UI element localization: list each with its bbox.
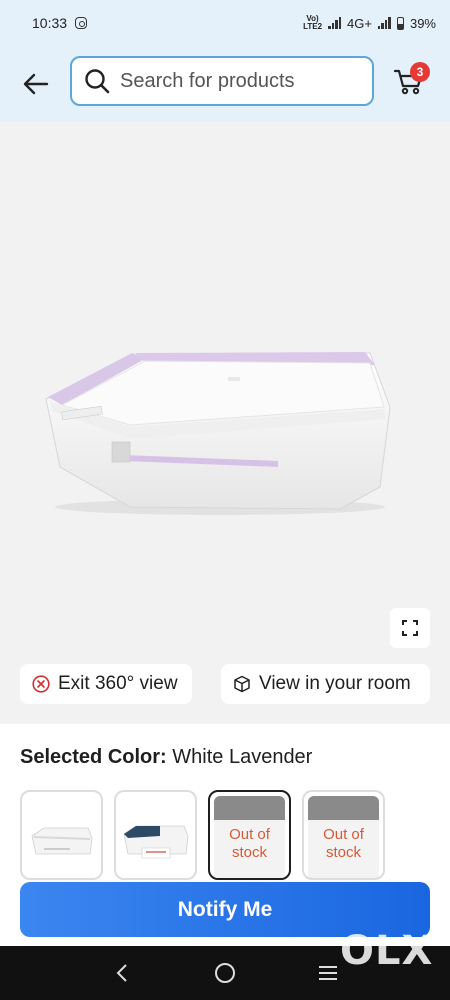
menu-icon xyxy=(319,966,338,980)
oos-line-2: stock xyxy=(325,844,361,861)
out-of-stock-label: Out of stock xyxy=(214,820,285,878)
color-option-2[interactable] xyxy=(114,790,197,880)
app-header: 3 xyxy=(0,46,450,122)
arrow-left-icon xyxy=(23,73,49,95)
out-of-stock-label: Out of stock xyxy=(308,820,379,878)
fullscreen-button[interactable] xyxy=(390,608,430,648)
signal-icon xyxy=(328,17,342,29)
battery-level: 39% xyxy=(409,15,436,31)
product-image-viewer[interactable]: Exit 360° view View in your room xyxy=(0,122,450,724)
nav-back-button[interactable] xyxy=(102,953,142,993)
printer-thumbnail-2 xyxy=(123,825,189,859)
color-option-4[interactable]: Out of stock xyxy=(302,790,385,880)
oos-line-2: stock xyxy=(231,844,267,861)
product-image xyxy=(45,352,391,515)
cube-icon xyxy=(234,675,250,693)
instagram-icon xyxy=(75,17,88,29)
exit-360-label: Exit 360° view xyxy=(58,673,178,694)
signal-icon-2 xyxy=(377,17,391,29)
view-in-room-label: View in your room xyxy=(259,673,411,694)
search-box[interactable] xyxy=(70,56,374,106)
home-circle-icon xyxy=(214,963,235,983)
nav-home-button[interactable] xyxy=(205,953,245,993)
selected-color-value: White Lavender xyxy=(172,746,313,768)
search-input[interactable] xyxy=(120,69,350,93)
status-bar: 10:33 Vo) LTE2 4G+ 39% xyxy=(0,0,450,46)
color-swatches: Out of stock Out of stock xyxy=(20,790,385,880)
search-icon xyxy=(85,69,110,94)
view-in-room-button[interactable]: View in your room xyxy=(221,664,430,704)
printer-thumbnail xyxy=(31,827,93,855)
exit-360-view-button[interactable]: Exit 360° view xyxy=(20,664,192,704)
color-option-3[interactable]: Out of stock xyxy=(208,790,291,880)
back-button[interactable] xyxy=(18,66,54,102)
olx-watermark: OLX xyxy=(340,928,434,974)
chevron-left-icon xyxy=(116,964,127,982)
selected-color-heading: Selected Color: xyxy=(20,746,167,768)
expand-icon xyxy=(402,620,418,636)
oos-line-1: Out of xyxy=(229,826,270,843)
oos-line-1: Out of xyxy=(323,826,364,843)
cart-count-badge: 3 xyxy=(410,62,430,82)
selected-color-text: Selected Color: White Lavender xyxy=(20,746,312,769)
network-type: 4G+ xyxy=(347,15,372,31)
color-option-1[interactable] xyxy=(20,790,103,880)
out-of-stock-overlay: Out of stock xyxy=(308,796,379,878)
status-time: 10:33 xyxy=(32,15,68,31)
close-circle-icon xyxy=(32,675,50,693)
out-of-stock-overlay: Out of stock xyxy=(214,796,285,878)
volte-icon: Vo) LTE2 xyxy=(303,14,323,31)
battery-icon xyxy=(396,16,404,30)
